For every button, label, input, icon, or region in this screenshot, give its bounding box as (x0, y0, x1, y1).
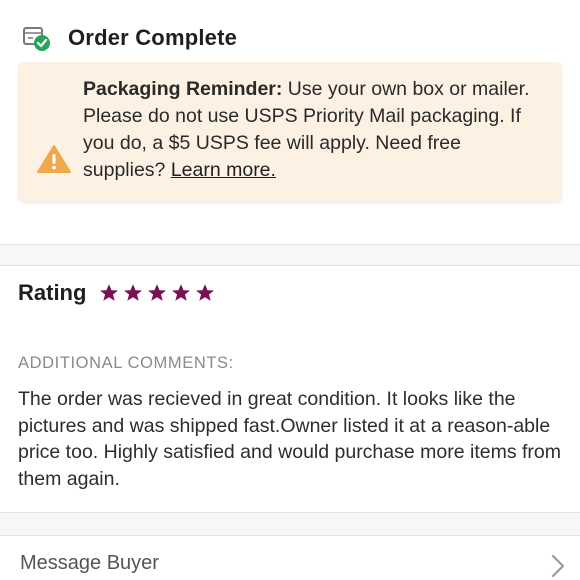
rating-label: Rating (18, 280, 87, 305)
packaging-reminder-text: Packaging Reminder: Use your own box or … (83, 76, 548, 184)
learn-more-link[interactable]: Learn more. (171, 159, 276, 181)
rating-stars (98, 282, 216, 304)
star-filled-icon (172, 284, 191, 301)
packaging-reminder-heading: Packaging Reminder: (83, 78, 283, 100)
section-divider (0, 244, 580, 266)
box-check-icon (23, 27, 50, 51)
order-status-header: Order Complete (18, 20, 237, 56)
additional-comments-heading: ADDITIONAL COMMENTS: (18, 354, 234, 372)
message-buyer-label: Message Buyer (20, 552, 159, 574)
section-divider-bottom (0, 512, 580, 536)
additional-comments-text: The order was recieved in great conditio… (18, 388, 561, 490)
chevron-right-icon (551, 554, 565, 578)
warning-icon (37, 145, 71, 173)
star-filled-icon (100, 284, 119, 301)
rating-row: Rating (18, 280, 216, 306)
order-status-title: Order Complete (68, 25, 238, 50)
star-filled-icon (148, 284, 167, 301)
star-filled-icon (196, 284, 215, 301)
message-buyer-button[interactable]: Message Buyer (0, 536, 580, 580)
star-filled-icon (124, 284, 143, 301)
packaging-reminder-notice: Packaging Reminder: Use your own box or … (18, 62, 562, 202)
